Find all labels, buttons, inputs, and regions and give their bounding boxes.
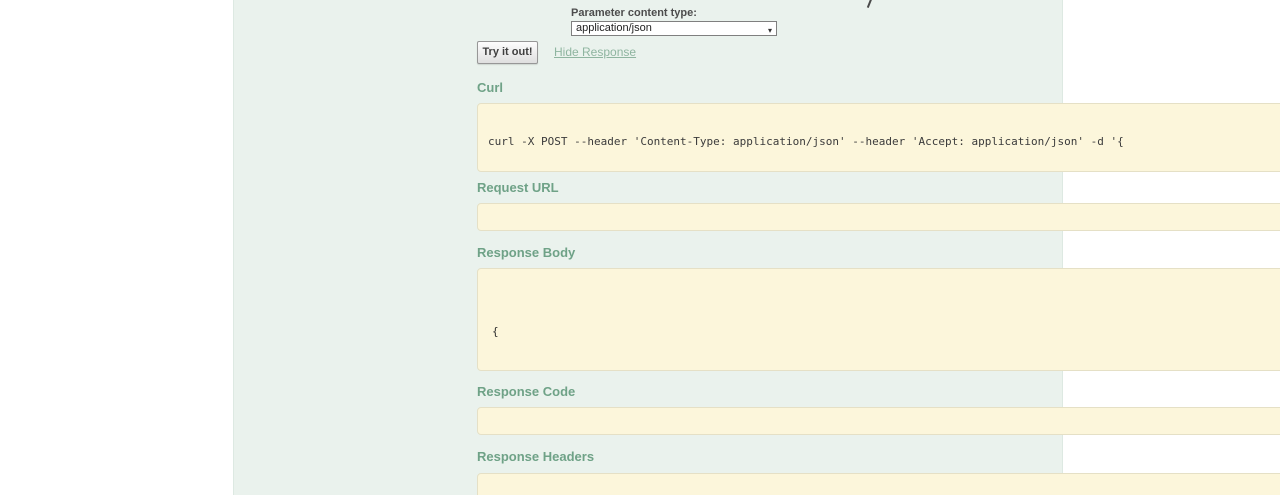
response-headers-section-heading: Response Headers: [477, 449, 595, 464]
hide-response-link[interactable]: Hide Response: [554, 45, 636, 59]
selected-content-type: application/json: [576, 22, 652, 34]
response-code-box: 200: [477, 407, 1280, 435]
parameter-content-type-label: Parameter content type:: [571, 7, 697, 19]
response-headers-box: {: [477, 473, 1280, 495]
response-code-section-heading: Response Code: [477, 384, 576, 399]
operation-content-panel: Parameter content type: application/json…: [233, 0, 1280, 495]
request-url-section-heading: Request URL: [477, 180, 559, 195]
try-it-out-button[interactable]: Try it out!: [477, 41, 538, 64]
curl-line: curl -X POST --header 'Content-Type: app…: [488, 135, 1124, 148]
parameter-content-type-select[interactable]: application/json ▾: [571, 21, 777, 36]
curl-section-heading: Curl: [477, 80, 503, 95]
response-body-box: { "Success": false, "Message": "恭喜你更新订单成…: [477, 268, 1280, 371]
response-json-line: {: [492, 323, 1270, 342]
chevron-down-icon: ▾: [767, 26, 772, 35]
response-body-section-heading: Response Body: [477, 245, 576, 260]
json-brace: {: [492, 325, 499, 338]
curl-line: "Id": 0,: [488, 170, 1274, 171]
request-url-box: http://localhost:37033/order/UpdateOrder: [477, 203, 1280, 231]
swagger-operation-panel: Parameter content type: application/json…: [0, 0, 1280, 495]
curl-command-box: curl -X POST --header 'Content-Type: app…: [477, 103, 1280, 172]
